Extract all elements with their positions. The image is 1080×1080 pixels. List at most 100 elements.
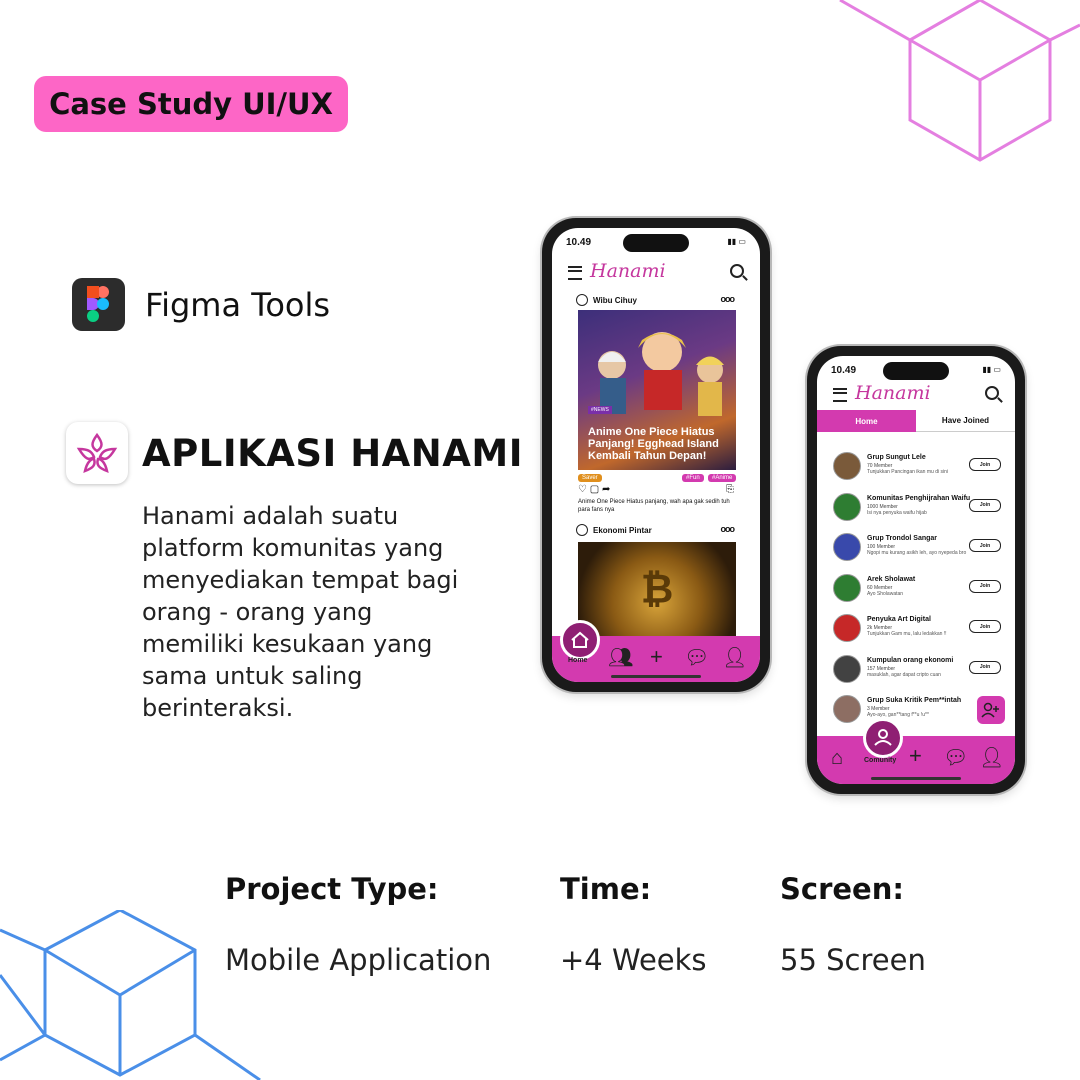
dynamic-island [883, 362, 949, 380]
hanami-logo: Hanami [855, 382, 931, 404]
group-name: Kumpulan orang ekonomi [867, 656, 954, 664]
status-time: 10.49 [566, 237, 592, 248]
status-time: 10.49 [831, 365, 857, 376]
more-options-icon[interactable]: ooo [721, 524, 735, 534]
community-icon[interactable]: 👥︎ [608, 648, 633, 668]
group-avatar [833, 654, 861, 683]
home-icon[interactable]: ⌂ [831, 748, 843, 768]
phone-community-mockup: 10.49 ▮▮ ▭ Hanami Home Have Joined Grup … [807, 346, 1025, 794]
profile-icon[interactable]: 👤︎ [722, 648, 747, 668]
community-screen: 10.49 ▮▮ ▭ Hanami Home Have Joined Grup … [817, 356, 1015, 784]
join-button[interactable]: Join [969, 539, 1001, 552]
group-description: Ngopi mu kurang asikh leh, ayo nyepeda b… [867, 550, 967, 556]
figma-icon [72, 278, 125, 331]
group-row[interactable]: Grup Sungut Lele 70 Member Tunjukkan Panci… [833, 448, 1005, 486]
group-avatar [833, 695, 861, 723]
group-name: Grup Suka Kritik Pem**intah [867, 697, 962, 704]
bookmark-icon[interactable]: ⎘ [726, 484, 734, 495]
fact-heading: Time: [560, 872, 652, 906]
join-button[interactable]: Join [969, 660, 1001, 674]
fact-value: +4 Weeks [560, 943, 707, 977]
hexagon-decoration-top-right [839, 0, 1080, 162]
home-indicator [871, 777, 961, 780]
group-description: Tunjukkan Pancingan ikan mu di sini [867, 469, 948, 475]
group-row[interactable]: Komunitas Penghijrahan Waifu 1000 Member I… [833, 489, 1005, 527]
group-avatar [833, 452, 861, 480]
feed-screen: 10.49 ▮▮ ▭ Hanami Wibu Cihuy ooo #NEWS A… [552, 228, 760, 682]
post-author[interactable]: Ekonomi Pintar [576, 524, 652, 536]
app-description: Hanami adalah suatu platform komunitas y… [142, 502, 459, 722]
nav-label-home: Home [568, 657, 588, 664]
fact-time: Time: +4 Weeks [560, 872, 707, 977]
tab-home[interactable]: Home [817, 410, 916, 432]
group-name: Grup Sungut Lele [867, 454, 926, 461]
group-description: Isi nya penyuka waifu hijab [867, 509, 927, 516]
tag-chip-anime[interactable]: #Anime [708, 474, 737, 482]
tab-have-joined[interactable]: Have Joined [916, 410, 1015, 432]
group-avatar [833, 533, 861, 561]
menu-icon[interactable] [833, 388, 847, 402]
figma-tools-label: Figma Tools [145, 285, 331, 324]
phone-feed-mockup: 10.49 ▮▮ ▭ Hanami Wibu Cihuy ooo #NEWS A… [542, 218, 770, 692]
group-name: Arek Sholawat [867, 575, 916, 583]
like-comment-share-icons[interactable]: ♡ ▢ ➦ [578, 484, 610, 495]
sakura-icon [66, 422, 128, 484]
chat-icon[interactable]: 💬︎ [943, 748, 968, 768]
tool-row: Figma Tools [72, 278, 330, 331]
group-name: Penyuka Art Digital [867, 616, 931, 623]
create-group-button[interactable] [977, 696, 1005, 724]
add-icon[interactable]: + [909, 745, 922, 767]
profile-icon[interactable]: 👤︎ [979, 748, 1004, 768]
more-options-icon[interactable]: ooo [721, 294, 735, 304]
dynamic-island [623, 234, 689, 252]
group-row[interactable]: Penyuka Art Digital 2k Member Tunjukkan Ga… [833, 610, 1005, 648]
group-description: Ayo Sholawatan [867, 590, 904, 597]
search-icon[interactable] [985, 386, 999, 400]
post-caption: Anime One Piece Hiatus panjang, wah apa … [578, 499, 730, 513]
search-icon[interactable] [730, 264, 744, 278]
community-tabs: Home Have Joined [817, 410, 1015, 432]
join-button[interactable]: Join [969, 579, 1001, 593]
tag-chip-fun[interactable]: #Fun [682, 474, 704, 482]
group-row[interactable]: Grup Trondol Sangar 100 Member Ngopi mu ku… [833, 529, 1005, 567]
fact-project-type: Project Type: Mobile Application [225, 872, 491, 977]
fact-heading: Project Type: [225, 872, 439, 906]
group-description: Ayo-ayo, gan**tang f**u !u** [867, 712, 929, 718]
post-image[interactable]: #NEWS Anime One Piece Hiatus Panjang! Eg… [578, 310, 736, 470]
fact-value: 55 Screen [780, 943, 926, 977]
app-title-row: APLIKASI HANAMI [66, 422, 523, 484]
user-icon [576, 294, 588, 306]
signal-battery-icon: ▮▮ ▭ [982, 365, 1001, 374]
group-description: Tunjukkan Gam mu, lalu ledakkan !! [867, 631, 947, 637]
join-button[interactable]: Join [969, 498, 1001, 512]
post-author[interactable]: Wibu Cihuy [576, 294, 637, 306]
saver-chip[interactable]: Saver [578, 474, 602, 482]
app-header: Hanami [552, 258, 760, 286]
home-indicator [611, 675, 701, 678]
join-button[interactable]: Join [969, 620, 1001, 633]
menu-icon[interactable] [568, 266, 582, 280]
group-row[interactable]: Arek Sholawat 60 Member Ayo Sholawatan Join [833, 570, 1005, 608]
app-title: APLIKASI HANAMI [142, 431, 523, 475]
post-image-bitcoin[interactable]: ₿ [578, 542, 736, 642]
fact-screen: Screen: 55 Screen [780, 872, 926, 977]
home-icon[interactable] [560, 620, 600, 660]
post-author-name: Ekonomi Pintar [593, 525, 652, 535]
join-button[interactable]: Join [969, 458, 1001, 471]
group-name: Grup Trondol Sangar [867, 535, 938, 542]
bitcoin-icon: ₿ [640, 567, 674, 612]
nav-label-community: Comunity [864, 757, 897, 764]
hanami-logo: Hanami [590, 260, 666, 282]
group-avatar [833, 573, 861, 602]
fact-value: Mobile Application [225, 943, 492, 977]
community-icon[interactable] [863, 718, 903, 758]
news-tag: #NEWS [588, 406, 612, 414]
case-study-badge: Case Study UI/UX [34, 76, 348, 132]
group-name: Komunitas Penghijrahan Waifu [867, 494, 971, 502]
chat-icon[interactable]: 💬︎ [684, 648, 709, 668]
add-icon[interactable]: + [650, 646, 663, 668]
group-avatar [833, 492, 861, 521]
user-icon [576, 524, 588, 536]
signal-battery-icon: ▮▮ ▭ [727, 237, 746, 246]
group-row[interactable]: Kumpulan orang ekonomi 157 Member masuklah… [833, 651, 1005, 689]
